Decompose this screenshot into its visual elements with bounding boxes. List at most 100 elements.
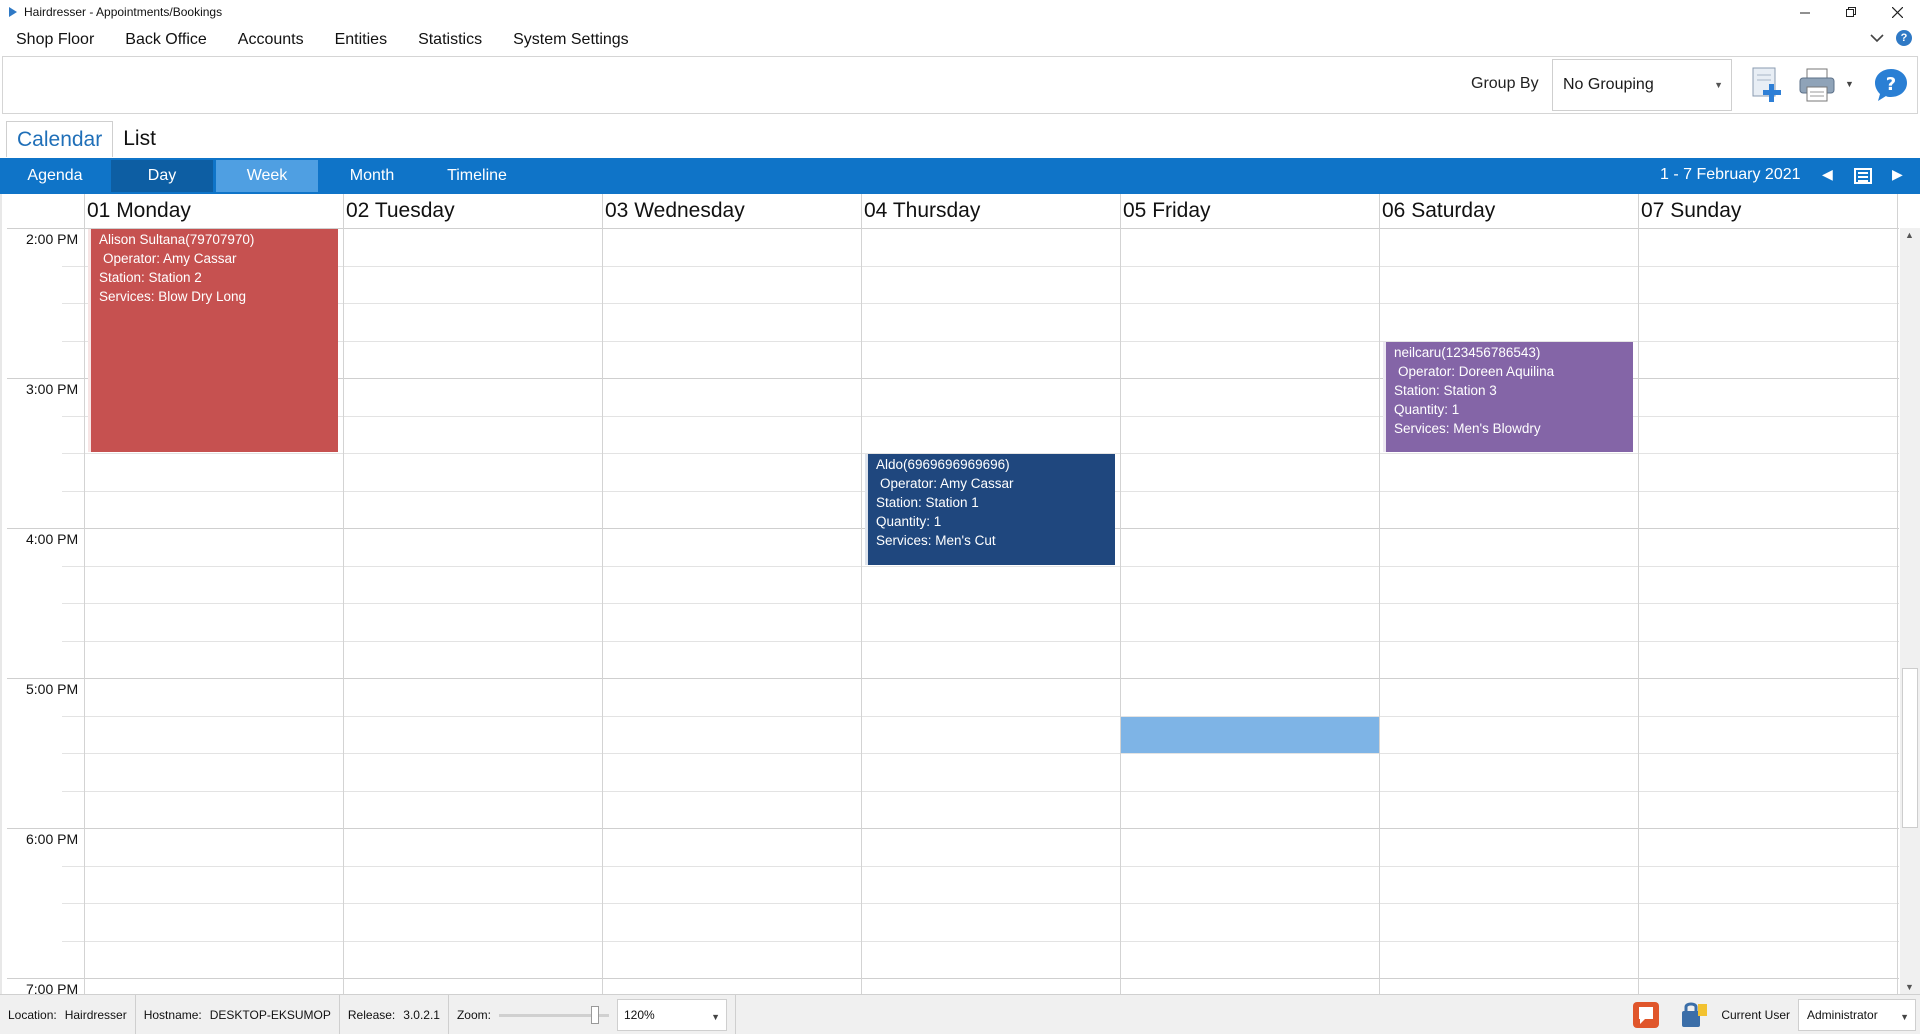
zoom-slider[interactable] — [498, 1005, 609, 1024]
week-calendar[interactable]: ▲ ▼ 01 Monday 02 Tuesday 03 Wednesday 04 Th… — [0, 194, 1920, 994]
menu-entities[interactable]: Entities — [325, 31, 397, 49]
restore-button[interactable] — [1828, 0, 1874, 24]
view-day-button[interactable]: Day — [111, 160, 213, 192]
minimize-icon — [1799, 12, 1810, 13]
day-header-06-saturday[interactable]: 06 Saturday — [1379, 194, 1638, 228]
group-by-value: No Grouping — [1563, 76, 1654, 93]
print-icon — [1799, 68, 1835, 102]
view-timeline-button[interactable]: Timeline — [426, 160, 528, 192]
slot-gridline — [62, 940, 1899, 942]
menu-system-settings[interactable]: System Settings — [503, 31, 639, 49]
scroll-down-icon[interactable]: ▼ — [1905, 982, 1914, 992]
day-header-03-wednesday[interactable]: 03 Wednesday — [602, 194, 861, 228]
new-appointment-button[interactable] — [1745, 63, 1789, 107]
minimize-button[interactable] — [1782, 0, 1828, 24]
lock-button[interactable] — [1677, 999, 1711, 1031]
print-options-caret-icon[interactable]: ▼ — [1845, 79, 1854, 89]
dropdown-caret-icon: ▼ — [1900, 1012, 1909, 1022]
notification-icon — [1633, 1002, 1660, 1028]
hour-gridline — [7, 828, 1899, 829]
dropdown-caret-icon: ▼ — [711, 1011, 720, 1022]
close-icon — [1891, 6, 1903, 18]
day-header-04-thursday[interactable]: 04 Thursday — [861, 194, 1120, 228]
calendar-picker-icon[interactable] — [1854, 168, 1872, 184]
day-header-05-friday[interactable]: 05 Friday — [1120, 194, 1379, 228]
menu-accounts[interactable]: Accounts — [228, 31, 314, 49]
status-bar: Location: Hairdresser Hostname: DESKTOP-… — [0, 994, 1920, 1034]
current-user-label: Current User — [1721, 1008, 1790, 1022]
menu-back-office[interactable]: Back Office — [115, 31, 217, 49]
scroll-thumb[interactable] — [1902, 668, 1918, 828]
tab-list[interactable]: List — [113, 121, 166, 157]
previous-period-icon[interactable]: ◀ — [1822, 166, 1833, 183]
current-user-dropdown[interactable]: Administrator ▼ — [1798, 999, 1916, 1031]
slot-gridline — [62, 790, 1899, 792]
status-zoom: Zoom: 120% ▼ — [449, 994, 736, 1034]
svg-text:?: ? — [1886, 74, 1896, 95]
day-column-divider — [343, 194, 344, 994]
appointment-station: Station: Station 1 — [876, 495, 979, 510]
view-month-button[interactable]: Month — [321, 160, 423, 192]
day-header-01-monday[interactable]: 01 Monday — [84, 194, 343, 228]
menu-bar: Shop Floor Back Office Accounts Entities… — [0, 24, 1920, 56]
scroll-up-icon[interactable]: ▲ — [1905, 230, 1914, 240]
lock-icon — [1682, 1002, 1708, 1027]
notifications-button[interactable] — [1629, 999, 1663, 1031]
slot-gridline — [62, 640, 1899, 642]
day-header-07-sunday[interactable]: 07 Sunday — [1638, 194, 1897, 228]
time-label: 5:00 PM — [26, 681, 79, 697]
zoom-slider-thumb[interactable] — [590, 1005, 599, 1024]
tab-calendar[interactable]: Calendar — [6, 121, 114, 157]
menu-statistics[interactable]: Statistics — [408, 31, 492, 49]
day-column-divider — [861, 194, 862, 994]
calendar-scrollbar[interactable]: ▲ ▼ — [1900, 228, 1920, 994]
close-button[interactable] — [1874, 0, 1920, 24]
menu-shop-floor[interactable]: Shop Floor — [6, 31, 104, 49]
appointment-client: neilcaru(123456786543) — [1394, 344, 1541, 360]
toolbar: Group By No Grouping ▼ ▼ ? — [2, 56, 1918, 114]
status-release: Release: 3.0.2.1 — [340, 994, 449, 1034]
new-appointment-icon — [1752, 67, 1781, 102]
slot-gridline — [62, 753, 1899, 754]
appointment-card[interactable]: Alison Sultana(79707970) Operator: Amy Ca… — [88, 229, 338, 452]
appointment-card[interactable]: neilcaru(123456786543) Operator: Doreen A… — [1383, 341, 1633, 452]
day-column-divider — [1120, 194, 1121, 994]
zoom-dropdown[interactable]: 120% ▼ — [616, 998, 727, 1031]
view-week-button[interactable]: Week — [216, 160, 318, 192]
time-label: 4:00 PM — [26, 531, 79, 547]
appointment-quantity: Quantity: 1 — [1394, 401, 1460, 417]
info-icon[interactable]: ? — [1896, 30, 1912, 46]
view-agenda-button[interactable]: Agenda — [4, 160, 106, 192]
status-location: Location: Hairdresser — [0, 994, 136, 1034]
time-label: 6:00 PM — [26, 831, 79, 847]
group-by-dropdown[interactable]: No Grouping ▼ — [1552, 59, 1732, 111]
appointment-services: Services: Blow Dry Long — [99, 289, 247, 304]
chevron-down-icon[interactable] — [1870, 33, 1884, 43]
appointment-card[interactable]: Aldo(6969696969696) Operator: Amy Cassar S… — [865, 454, 1115, 565]
hour-gridline — [7, 678, 1899, 679]
appointment-client: Alison Sultana(79707970) — [99, 232, 255, 247]
time-label: 7:00 PM — [26, 981, 79, 994]
appointment-operator: Operator: Doreen Aquilina — [1398, 363, 1555, 379]
day-header-02-tuesday[interactable]: 02 Tuesday — [343, 194, 602, 228]
calendar-nav-bar: Agenda Day Week Month Timeline 1 - 7 Feb… — [0, 158, 1920, 194]
day-column-divider — [602, 194, 603, 994]
slot-gridline — [62, 865, 1899, 867]
print-button[interactable] — [1795, 63, 1839, 107]
release-value: 3.0.2.1 — [403, 1007, 440, 1022]
time-label: 2:00 PM — [26, 231, 79, 247]
day-column-divider — [84, 194, 85, 994]
status-hostname: Hostname: DESKTOP-EKSUMOP — [136, 994, 340, 1034]
next-period-icon[interactable]: ▶ — [1892, 166, 1903, 183]
view-tabs: Calendar List — [6, 121, 166, 157]
help-button[interactable]: ? — [1869, 63, 1913, 107]
day-column-divider — [1379, 194, 1380, 994]
appointment-operator: Operator: Amy Cassar — [880, 476, 1014, 491]
zoom-label: Zoom: — [456, 1007, 491, 1022]
selected-time-slot[interactable] — [1121, 716, 1379, 753]
release-label: Release: — [347, 1007, 396, 1022]
restore-icon — [1845, 6, 1856, 17]
slot-gridline — [62, 903, 1899, 904]
slot-gridline — [62, 565, 1899, 567]
zoom-value: 120% — [623, 1007, 655, 1022]
